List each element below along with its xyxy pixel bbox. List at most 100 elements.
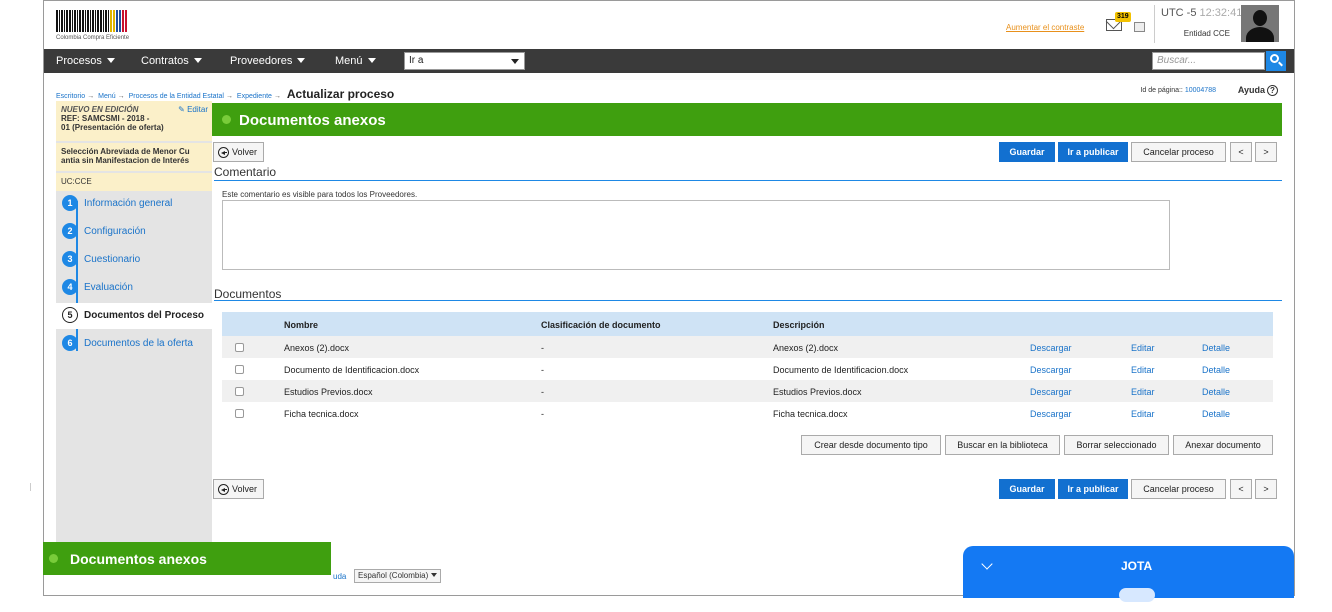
publish-button-bottom[interactable]: Ir a publicar xyxy=(1058,479,1128,499)
avatar[interactable] xyxy=(1241,5,1279,42)
delete-selected-button[interactable]: Borrar seleccionado xyxy=(1064,435,1169,455)
download-link[interactable]: Descargar xyxy=(1030,409,1072,419)
comment-note: Este comentario es visible para todos lo… xyxy=(222,190,418,199)
step-evaluacion[interactable]: 4 Evaluación xyxy=(56,275,212,301)
chevron-down-icon xyxy=(511,59,519,64)
document-classification: - xyxy=(541,387,544,397)
next-button[interactable]: > xyxy=(1255,142,1277,162)
back-button-bottom[interactable]: Volver xyxy=(213,479,265,499)
step-documentos-oferta[interactable]: 6 Documentos de la oferta xyxy=(56,331,212,357)
download-link[interactable]: Descargar xyxy=(1030,387,1072,397)
goto-select[interactable]: Ir a xyxy=(404,52,525,70)
nav-menu[interactable]: Menú xyxy=(335,55,376,67)
document-name: Estudios Previos.docx xyxy=(284,387,373,397)
documents-title: Documentos xyxy=(214,287,282,301)
next-button-bottom[interactable]: > xyxy=(1255,479,1277,499)
back-arrow-icon xyxy=(218,484,229,495)
logo[interactable]: Colombia Compra Eficiente xyxy=(56,10,152,44)
edit-link[interactable]: Editar xyxy=(1131,365,1155,375)
column-header[interactable]: Clasificación de documento xyxy=(541,320,661,330)
page-id-value[interactable]: 10004788 xyxy=(1185,87,1216,94)
comment-textarea[interactable] xyxy=(222,200,1170,270)
floating-section-tab[interactable]: Documentos anexos xyxy=(43,542,331,575)
barcode-logo-icon xyxy=(56,10,152,32)
attach-document-button[interactable]: Anexar documento xyxy=(1173,435,1273,455)
search-input[interactable]: Buscar... xyxy=(1152,52,1265,70)
breadcrumb-expediente[interactable]: Expediente xyxy=(237,93,272,100)
download-link[interactable]: Descargar xyxy=(1030,343,1072,353)
edit-link[interactable]: ✎ Editar xyxy=(178,105,208,114)
back-button[interactable]: Volver xyxy=(213,142,265,162)
step-configuracion[interactable]: 2 Configuración xyxy=(56,219,212,245)
edit-link[interactable]: Editar xyxy=(1131,343,1155,353)
step-documentos-proceso[interactable]: 5 Documentos del Proceso xyxy=(56,303,212,329)
save-button[interactable]: Guardar xyxy=(999,142,1055,162)
row-checkbox[interactable] xyxy=(235,387,244,396)
section-header: Documentos anexos xyxy=(212,103,1282,136)
save-button-bottom[interactable]: Guardar xyxy=(999,479,1055,499)
mail-count-badge: 319 xyxy=(1115,12,1131,22)
caret-down-icon xyxy=(367,58,376,63)
detail-link[interactable]: Detalle xyxy=(1202,343,1230,353)
process-status: NUEVO EN EDICIÓN REF: SAMCSMI - 2018 -01… xyxy=(56,101,212,141)
breadcrumb: Escritorio → Menú → Procesos de la Entidad… xyxy=(56,87,395,101)
previous-button[interactable]: < xyxy=(1230,142,1252,162)
previous-button-bottom[interactable]: < xyxy=(1230,479,1252,499)
publish-button[interactable]: Ir a publicar xyxy=(1058,142,1128,162)
download-link[interactable]: Descargar xyxy=(1030,365,1072,375)
breadcrumb-escritorio[interactable]: Escritorio xyxy=(56,93,85,100)
row-checkbox[interactable] xyxy=(235,365,244,374)
search-library-button[interactable]: Buscar en la biblioteca xyxy=(945,435,1060,455)
language-select[interactable]: Español (Colombia) xyxy=(354,569,442,583)
process-sidebar: NUEVO EN EDICIÓN REF: SAMCSMI - 2018 -01… xyxy=(56,101,212,551)
detail-link[interactable]: Detalle xyxy=(1202,365,1230,375)
table-row: Ficha tecnica.docx - Ficha tecnica.docx … xyxy=(222,402,1273,424)
nav-proveedores[interactable]: Proveedores xyxy=(230,55,306,67)
breadcrumb-menu[interactable]: Menú xyxy=(98,93,116,100)
documents-table: Nombre Clasificación de documento Descri… xyxy=(222,312,1273,424)
help-button[interactable]: Ayuda? xyxy=(1238,85,1278,96)
chat-handle[interactable] xyxy=(1119,588,1155,602)
back-arrow-icon xyxy=(218,147,229,158)
documents-divider xyxy=(214,300,1282,301)
document-description: Ficha tecnica.docx xyxy=(773,409,848,419)
document-name: Anexos (2).docx xyxy=(284,343,350,353)
nav-contratos[interactable]: Contratos xyxy=(141,55,202,67)
step-cuestionario[interactable]: 3 Cuestionario xyxy=(56,247,212,273)
detail-link[interactable]: Detalle xyxy=(1202,409,1230,419)
clock: UTC -5 12:32:41 Entidad CCE xyxy=(1154,5,1242,43)
edit-link[interactable]: Editar xyxy=(1131,387,1155,397)
top-bar: Colombia Compra Eficiente Aumentar el co… xyxy=(44,1,1294,47)
footer-help-link[interactable]: uda xyxy=(333,572,346,581)
cancel-process-button[interactable]: Cancelar proceso xyxy=(1131,142,1226,162)
document-description: Documento de Identificacion.docx xyxy=(773,365,909,375)
column-header[interactable]: Nombre xyxy=(284,320,318,330)
nav-procesos[interactable]: Procesos xyxy=(56,55,115,67)
table-header: Nombre Clasificación de documento Descri… xyxy=(222,312,1273,336)
row-checkbox[interactable] xyxy=(235,343,244,352)
document-icon[interactable] xyxy=(1134,22,1145,32)
table-row: Anexos (2).docx - Anexos (2).docx Descar… xyxy=(222,336,1273,358)
detail-link[interactable]: Detalle xyxy=(1202,387,1230,397)
document-name: Ficha tecnica.docx xyxy=(284,409,359,419)
cancel-process-button-bottom[interactable]: Cancelar proceso xyxy=(1131,479,1226,499)
step-informacion-general[interactable]: 1 Información general xyxy=(56,191,212,217)
chevron-down-icon xyxy=(431,573,438,577)
breadcrumb-procesos[interactable]: Procesos de la Entidad Estatal xyxy=(129,93,224,100)
document-description: Estudios Previos.docx xyxy=(773,387,862,397)
check-icon xyxy=(49,554,58,563)
document-classification: - xyxy=(541,365,544,375)
create-from-template-button[interactable]: Crear desde documento tipo xyxy=(801,435,941,455)
logo-text: Colombia Compra Eficiente xyxy=(56,35,130,41)
table-row: Documento de Identificacion.docx - Docum… xyxy=(222,358,1273,380)
edit-link[interactable]: Editar xyxy=(1131,409,1155,419)
row-checkbox[interactable] xyxy=(235,409,244,418)
section-title: Documentos anexos xyxy=(239,112,386,129)
column-header[interactable]: Descripción xyxy=(773,320,825,330)
increase-contrast-link[interactable]: Aumentar el contraste xyxy=(1006,23,1084,32)
chevron-down-icon[interactable] xyxy=(981,558,993,570)
help-icon: ? xyxy=(1267,85,1278,96)
search-button[interactable] xyxy=(1266,51,1286,71)
entity-name: Entidad CCE xyxy=(1183,29,1230,38)
chat-widget[interactable]: JOTA xyxy=(963,546,1294,602)
